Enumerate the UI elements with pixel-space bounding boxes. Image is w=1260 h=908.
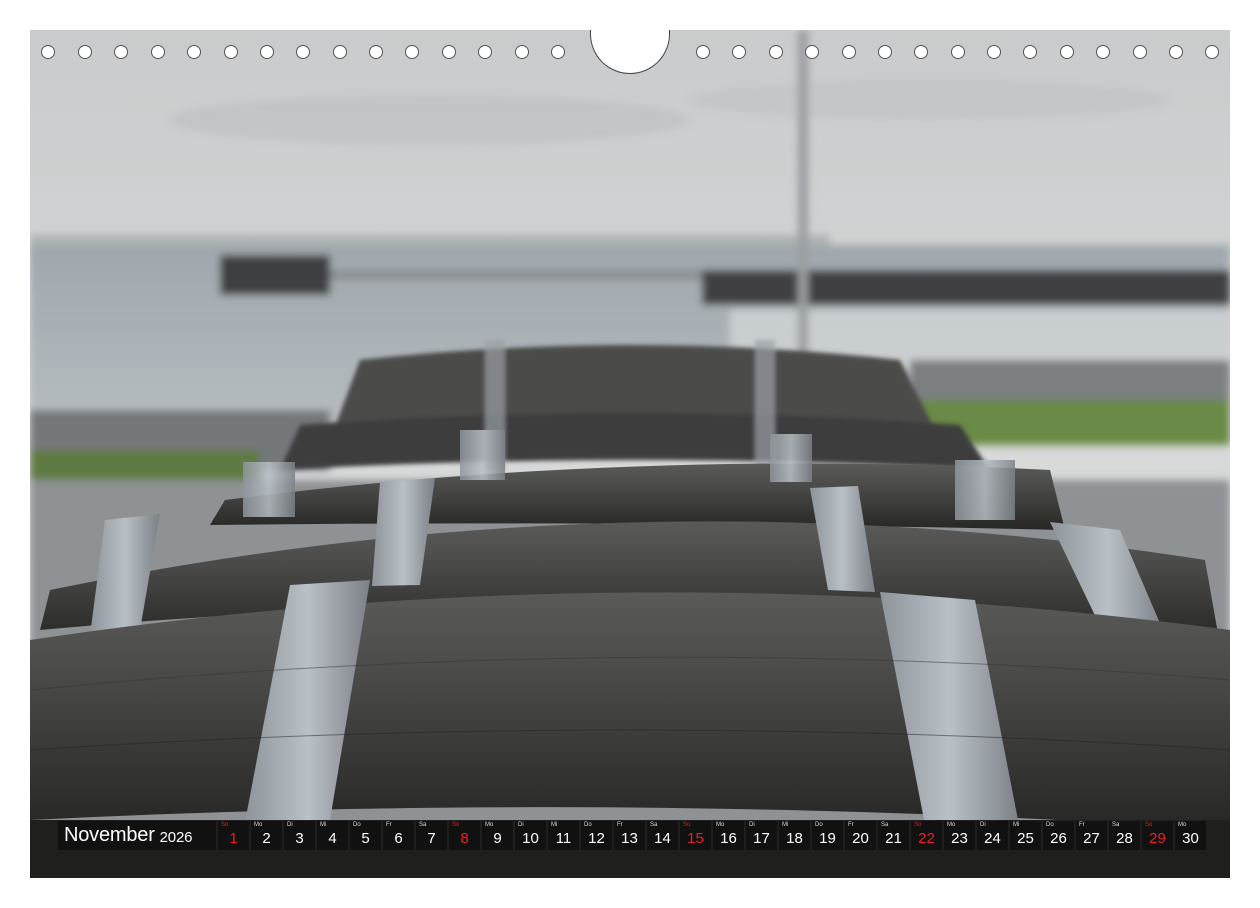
weekday-abbrev: Sa [419,822,427,828]
day-cell: Mo 16 [713,821,744,850]
day-cell: Mo 9 [482,821,513,850]
day-number: 2 [262,830,271,847]
day-number: 26 [1050,830,1067,847]
weekday-abbrev: Do [584,822,592,828]
day-cell: Mi 25 [1010,821,1041,850]
day-cell: Do 5 [350,821,381,850]
weekday-abbrev: Do [815,822,823,828]
day-number: 11 [555,830,572,847]
day-cell: So 1 [218,821,249,850]
day-cell: Sa 7 [416,821,447,850]
weekday-abbrev: Fr [1079,822,1085,828]
day-cell: Fr 20 [845,821,876,850]
day-cell: Mo 30 [1175,821,1206,850]
day-number: 3 [295,830,304,847]
day-number: 13 [621,830,638,847]
barrels-photo [30,30,1230,878]
day-cell: Sa 28 [1109,821,1140,850]
weekday-abbrev: Mo [1178,822,1187,828]
weekday-abbrev: Sa [881,822,889,828]
day-number: 25 [1017,830,1034,847]
weekday-abbrev: Mi [551,822,558,828]
month-name: November [64,824,155,846]
day-number: 17 [753,830,770,847]
weekday-abbrev: So [221,822,229,828]
weekday-abbrev: Fr [386,822,392,828]
day-cell: So 15 [680,821,711,850]
day-number: 5 [361,830,370,847]
day-number: 30 [1182,830,1199,847]
day-number: 14 [654,830,671,847]
day-cell: Fr 13 [614,821,645,850]
day-number: 15 [687,830,704,847]
day-number: 9 [493,830,502,847]
month-label: November 2026 [58,821,216,850]
day-cell: So 22 [911,821,942,850]
weekday-abbrev: Mo [947,822,956,828]
day-cell: Sa 21 [878,821,909,850]
day-cell: Fr 27 [1076,821,1107,850]
day-cell: Mo 23 [944,821,975,850]
weekday-abbrev: Di [287,822,293,828]
weekday-abbrev: Sa [1112,822,1120,828]
day-cell: Di 17 [746,821,777,850]
weekday-abbrev: Fr [617,822,623,828]
weekday-abbrev: Mo [485,822,494,828]
weekday-abbrev: Di [749,822,755,828]
weekday-abbrev: So [683,822,691,828]
day-number: 1 [229,830,238,847]
day-number: 24 [984,830,1001,847]
day-cell: So 29 [1142,821,1173,850]
weekday-abbrev: Do [1046,822,1054,828]
calendar-page [30,30,1230,878]
weekday-abbrev: Sa [650,822,658,828]
weekday-abbrev: Mo [254,822,263,828]
weekday-abbrev: Fr [848,822,854,828]
weekday-abbrev: Di [980,822,986,828]
day-cell: Sa 14 [647,821,678,850]
weekday-abbrev: Do [353,822,361,828]
day-number: 12 [588,830,605,847]
day-cell: Mo 2 [251,821,282,850]
day-cell: Mi 18 [779,821,810,850]
weekday-abbrev: Mi [782,822,789,828]
day-number: 7 [427,830,436,847]
day-number: 6 [394,830,403,847]
day-number: 19 [819,830,836,847]
day-cell: Fr 6 [383,821,414,850]
weekday-abbrev: Mi [320,822,327,828]
day-cell: Di 24 [977,821,1008,850]
day-cell: Do 19 [812,821,843,850]
weekday-abbrev: So [914,822,922,828]
day-cell: Do 26 [1043,821,1074,850]
day-number: 22 [918,830,935,847]
day-number: 27 [1083,830,1100,847]
day-number: 18 [786,830,803,847]
day-number: 23 [951,830,968,847]
weekday-abbrev: So [1145,822,1153,828]
weekday-abbrev: Mo [716,822,725,828]
day-number: 28 [1116,830,1133,847]
day-cell: Do 12 [581,821,612,850]
day-number: 8 [460,830,469,847]
day-cell: Di 10 [515,821,546,850]
weekday-abbrev: So [452,822,460,828]
day-number: 16 [720,830,737,847]
year: 2026 [159,828,193,846]
day-number: 4 [328,830,337,847]
day-cell: So 8 [449,821,480,850]
day-cell: Di 3 [284,821,315,850]
weekday-abbrev: Mi [1013,822,1020,828]
day-number: 20 [852,830,869,847]
day-cell: Mi 11 [548,821,579,850]
day-number: 10 [522,830,539,847]
day-number: 21 [885,830,902,847]
calendar-strip: November 2026 So 1 Mo 2 Di 3 Mi 4 Do 5 Fr 6 Sa 7 So 8 Mo… [58,821,1206,850]
weekday-abbrev: Di [518,822,524,828]
day-cell: Mi 4 [317,821,348,850]
day-number: 29 [1149,830,1166,847]
